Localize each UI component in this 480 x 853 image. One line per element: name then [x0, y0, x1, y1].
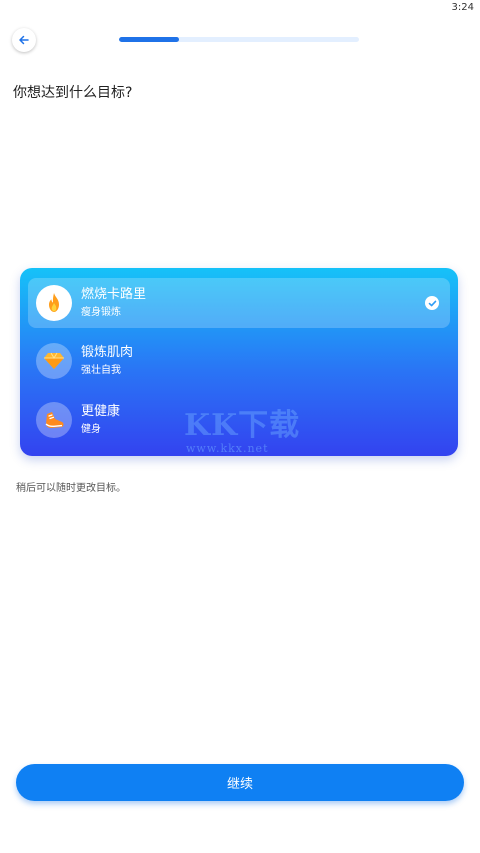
- arrow-left-icon: [18, 31, 30, 50]
- goal-option-burn-calories[interactable]: 燃烧卡路里 瘦身锻炼: [28, 278, 450, 328]
- goal-subtitle: 强壮自我: [81, 365, 121, 376]
- hint-text: 稍后可以随时更改目标。: [16, 483, 126, 494]
- goal-subtitle: 瘦身锻炼: [81, 307, 121, 318]
- diamond-icon: [36, 343, 72, 379]
- watermark-logo: KK下载: [184, 408, 301, 443]
- status-time: 3:24: [451, 2, 474, 13]
- goal-title: 锻炼肌肉: [81, 345, 134, 360]
- goal-title: 更健康: [81, 404, 121, 419]
- goal-subtitle: 健身: [81, 424, 101, 435]
- flame-icon: [36, 285, 72, 321]
- back-button[interactable]: [12, 28, 36, 52]
- check-icon: [425, 296, 439, 310]
- watermark-url: www.kkx.net: [186, 442, 269, 455]
- page-title: 你想达到什么目标?: [13, 85, 133, 101]
- progress-fill: [119, 37, 179, 42]
- running-shoe-icon: [36, 402, 72, 438]
- continue-button[interactable]: 继续: [16, 764, 464, 801]
- goal-option-build-muscle[interactable]: 锻炼肌肉 强壮自我: [28, 336, 450, 386]
- goal-title: 燃烧卡路里: [81, 287, 147, 302]
- progress-bar: [119, 37, 359, 42]
